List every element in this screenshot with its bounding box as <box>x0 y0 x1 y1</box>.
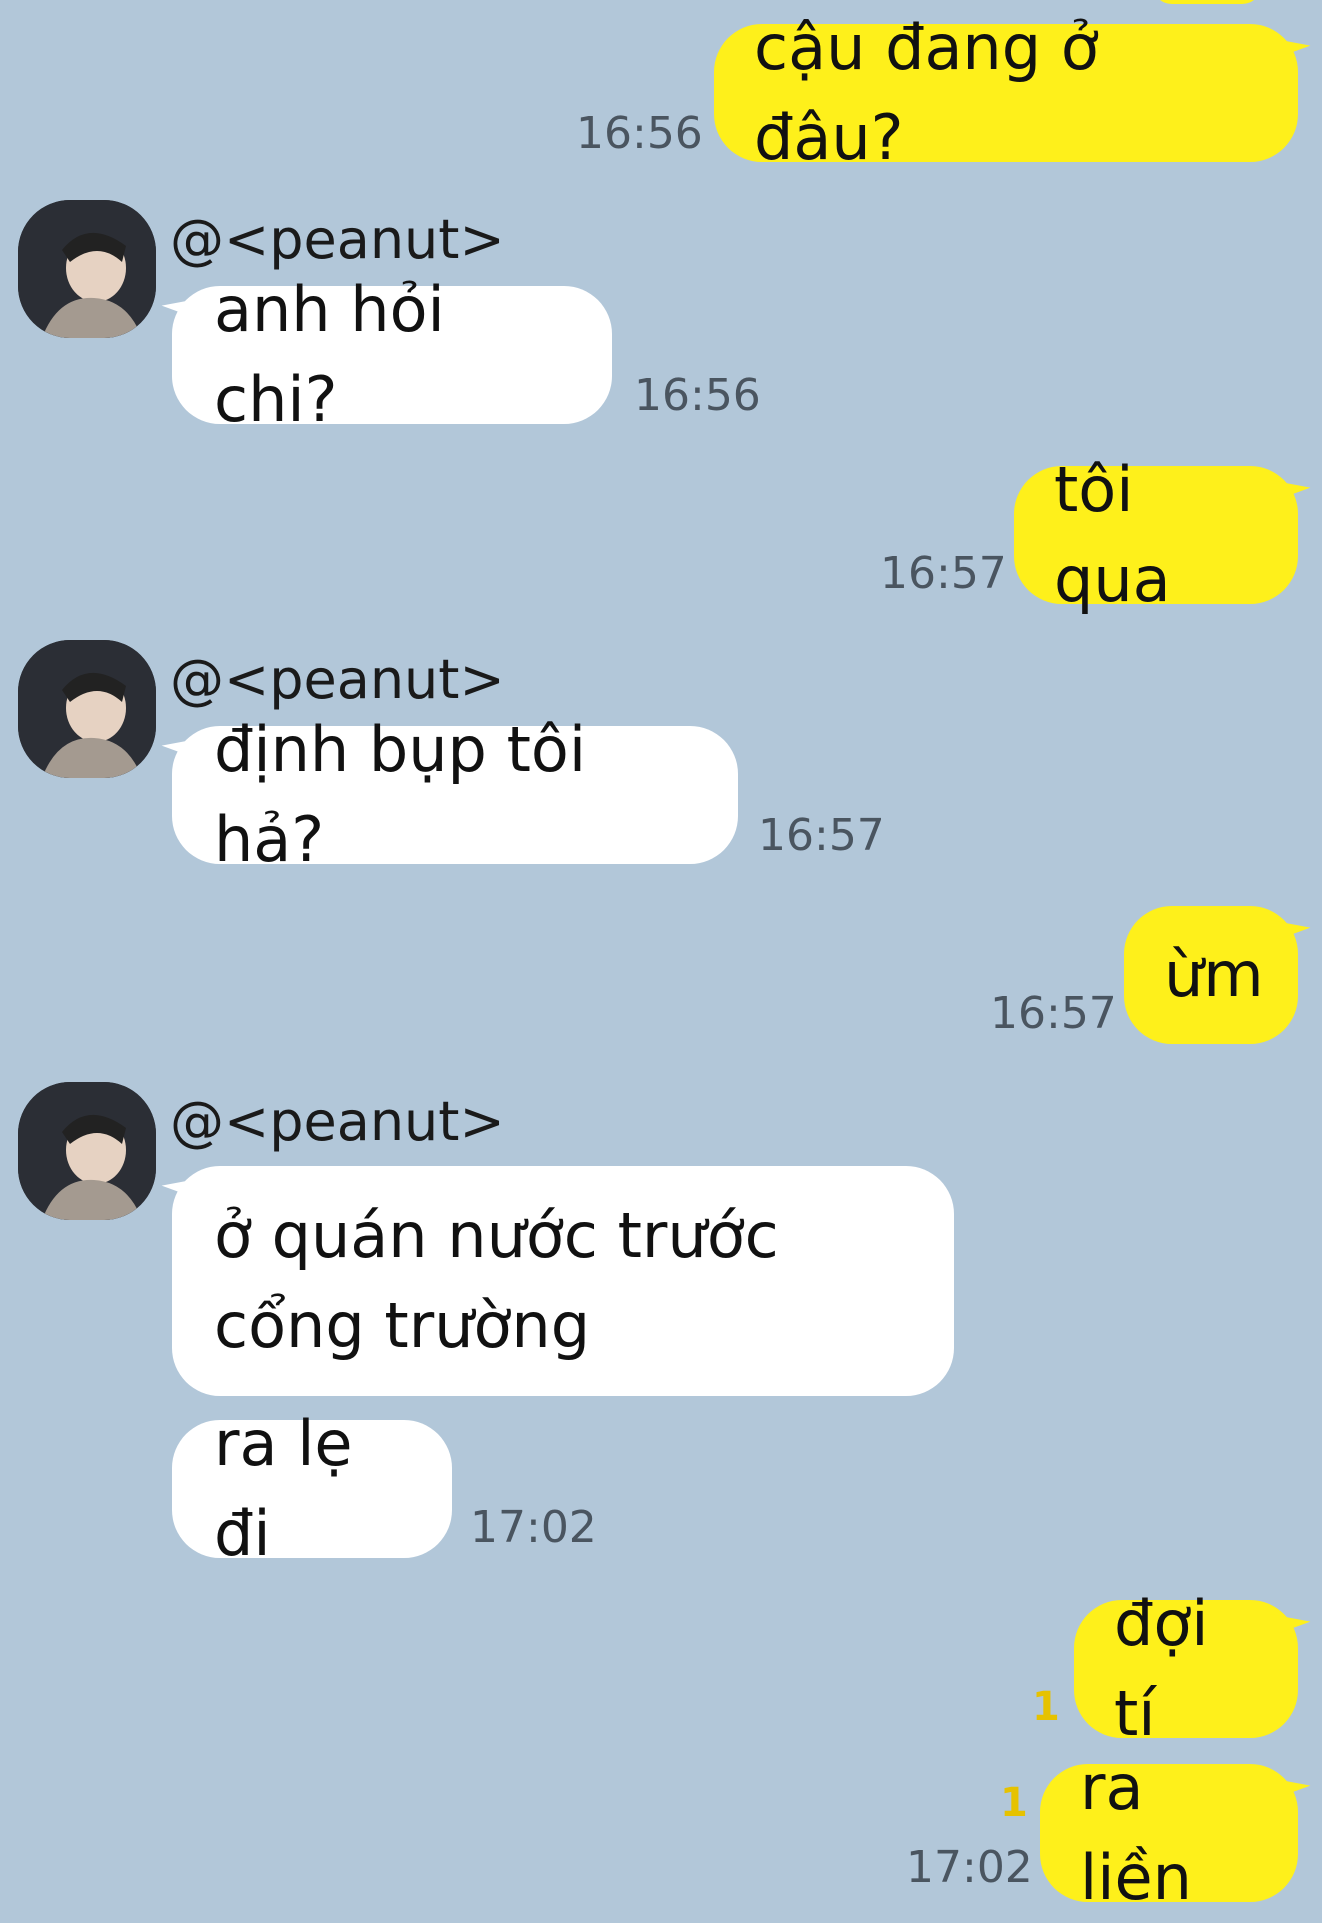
message-bubble-outgoing[interactable]: ra liền <box>1040 1751 1298 1914</box>
message-timestamp: 17:02 <box>906 1842 1033 1893</box>
message-timestamp: 16:57 <box>758 810 885 861</box>
message-bubble-outgoing[interactable]: ừm <box>1124 906 1298 1044</box>
message-text: cậu đang ở đâu? <box>754 11 1099 174</box>
unread-count: 1 <box>1032 1684 1060 1730</box>
unread-count: 1 <box>1000 1780 1028 1826</box>
message-timestamp: 16:56 <box>576 108 703 159</box>
message-timestamp: 16:56 <box>634 370 761 421</box>
message-timestamp: 16:57 <box>990 988 1117 1039</box>
message-text: ở quán nước trước cổng trường <box>214 1199 779 1362</box>
message-bubble-outgoing[interactable]: cậu đang ở đâu? <box>714 11 1298 174</box>
avatar[interactable] <box>18 640 156 778</box>
message-bubble-incoming[interactable]: ra lẹ đi <box>172 1407 452 1570</box>
message-bubble-incoming[interactable]: định bụp tôi hả? <box>172 713 738 876</box>
message-text: anh hỏi chi? <box>214 273 445 436</box>
message-text: ra liền <box>1080 1751 1192 1914</box>
sender-name: @<peanut> <box>170 208 505 271</box>
message-bubble-outgoing[interactable]: đợi tí <box>1074 1587 1298 1750</box>
message-text: tôi qua <box>1054 453 1171 616</box>
message-timestamp: 17:02 <box>470 1502 597 1553</box>
message-text: định bụp tôi hả? <box>214 713 587 876</box>
message-bubble-incoming[interactable]: ở quán nước trước cổng trường <box>172 1166 954 1396</box>
sender-name: @<peanut> <box>170 648 505 711</box>
avatar[interactable] <box>18 200 156 338</box>
avatar-image <box>18 1082 156 1220</box>
sender-name: @<peanut> <box>170 1090 505 1153</box>
message-text: ừm <box>1164 938 1264 1012</box>
message-bubble-outgoing[interactable]: tôi qua <box>1014 453 1298 616</box>
message-bubble-incoming[interactable]: anh hỏi chi? <box>172 273 612 436</box>
message-timestamp: 16:57 <box>880 548 1007 599</box>
message-text: đợi tí <box>1114 1587 1209 1750</box>
avatar-image <box>18 200 156 338</box>
avatar[interactable] <box>18 1082 156 1220</box>
avatar-image <box>18 640 156 778</box>
message-text: ra lẹ đi <box>214 1407 353 1570</box>
